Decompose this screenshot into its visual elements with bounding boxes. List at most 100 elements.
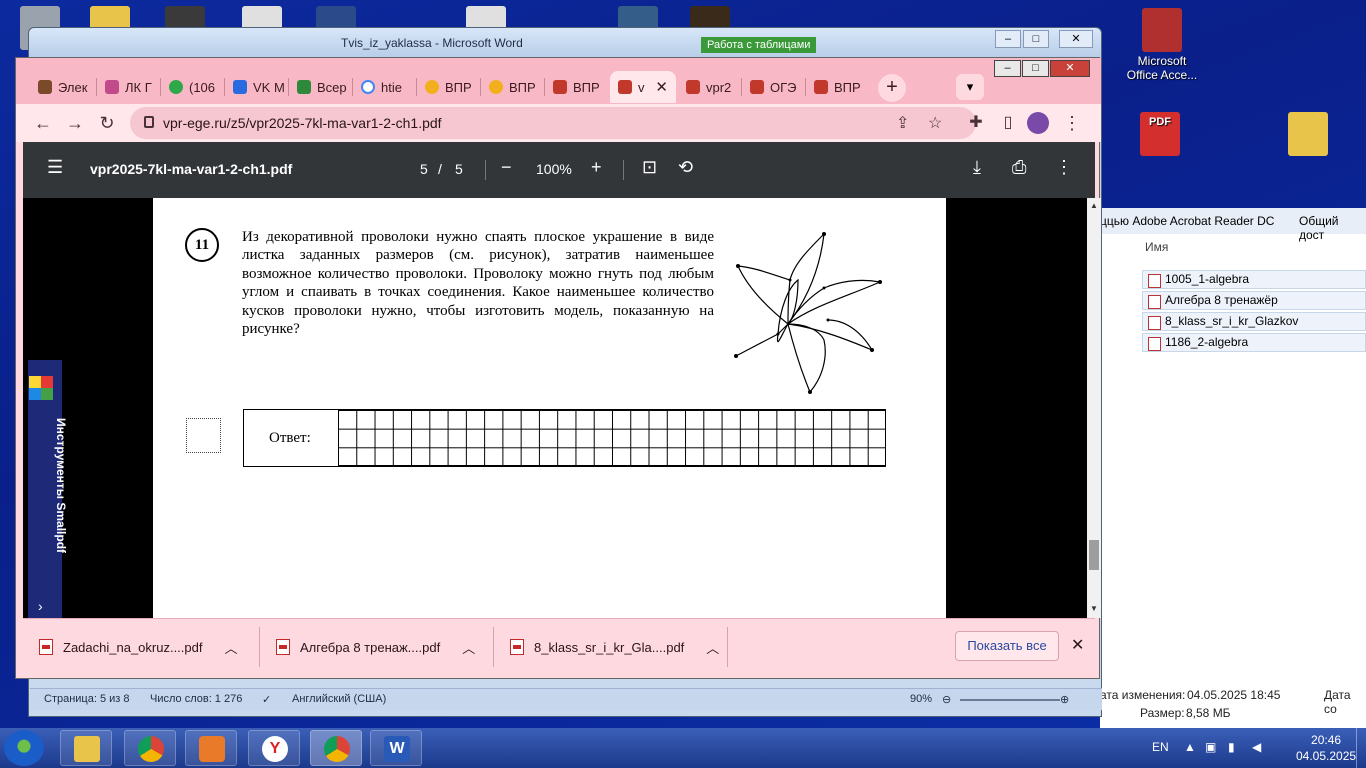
zoom-in-icon[interactable]: ⊕: [1060, 693, 1069, 706]
taskbar-chrome[interactable]: [124, 730, 176, 766]
chevron-up-icon[interactable]: ︿: [224, 638, 237, 657]
print-icon[interactable]: ⎙: [1012, 157, 1026, 178]
explorer-date-column: Дата со: [1324, 688, 1351, 716]
spellcheck-icon[interactable]: ✓: [262, 693, 271, 706]
scroll-thumb[interactable]: [1089, 540, 1099, 570]
browser-tab[interactable]: ЛК Г: [97, 71, 160, 103]
browser-tab[interactable]: Всер: [289, 71, 352, 103]
lock-icon: [144, 116, 154, 128]
zoom-out-icon[interactable]: ⊖: [942, 693, 951, 706]
pdf-scrollbar[interactable]: ▲ ▼: [1087, 198, 1101, 618]
volume-icon[interactable]: ◀: [1252, 740, 1261, 754]
browser-tab[interactable]: ВПР: [417, 71, 480, 103]
smallpdf-logo-icon: [29, 376, 53, 400]
pdf-more-icon[interactable]: ⋮: [1055, 157, 1073, 178]
browser-tab[interactable]: Элек: [30, 71, 96, 103]
download-item[interactable]: 8_klass_sr_i_kr_Gla....pdf ︿: [494, 619, 727, 675]
word-status-words[interactable]: Число слов: 1 276: [150, 693, 242, 705]
word-close-button[interactable]: ✕: [1059, 30, 1093, 48]
signal-icon[interactable]: ▮: [1228, 740, 1235, 754]
explorer-file-row[interactable]: 8_klass_sr_i_kr_Glazkov: [1142, 312, 1366, 331]
show-all-downloads-button[interactable]: Показать все: [955, 631, 1059, 661]
smallpdf-sidebar[interactable]: Инструменты Smallpdf ›: [28, 360, 68, 618]
zoom-out-minus-icon[interactable]: −: [501, 157, 512, 178]
browser-tab[interactable]: ВПР: [545, 71, 608, 103]
pdf-file-icon: PDF: [1140, 112, 1180, 156]
browser-tab[interactable]: (106: [161, 71, 224, 103]
extensions-puzzle-icon[interactable]: ✚: [963, 110, 989, 136]
browser-menu-icon[interactable]: ⋮: [1059, 110, 1085, 136]
show-desktop-button[interactable]: [1356, 728, 1366, 768]
zoom-in-plus-icon[interactable]: +: [591, 157, 602, 178]
browser-tab[interactable]: ВПР: [481, 71, 544, 103]
forward-arrow-icon[interactable]: →: [62, 110, 88, 136]
taskbar-explorer[interactable]: [60, 730, 112, 766]
tray-device-icon[interactable]: ▣: [1205, 740, 1216, 754]
fit-page-icon[interactable]: ⊡: [642, 157, 657, 178]
pdf-viewport[interactable]: 11 Из декоративной проволоки нужно спаят…: [23, 198, 1087, 618]
smallpdf-expand-chevron-icon[interactable]: ›: [38, 598, 43, 614]
tab-favicon-icon: [169, 80, 183, 94]
browser-tab-active[interactable]: v ✕: [610, 71, 676, 103]
tray-clock[interactable]: 20:46 04.05.2025: [1296, 732, 1356, 764]
pdf-menu-icon[interactable]: ☰: [47, 157, 63, 178]
share-icon[interactable]: ⇪: [896, 113, 909, 133]
browser-tab[interactable]: vpr2: [678, 71, 741, 103]
question-number: 11: [185, 228, 219, 262]
taskbar-yandex[interactable]: Y: [248, 730, 300, 766]
new-tab-button[interactable]: +: [878, 74, 906, 102]
download-icon[interactable]: ⤓: [973, 157, 981, 178]
browser-close-button[interactable]: ✕: [1050, 60, 1090, 77]
pdf-page-total: 5: [455, 161, 463, 177]
explorer-file-row[interactable]: Алгебра 8 тренажёр: [1142, 291, 1366, 310]
explorer-file-row[interactable]: 1186_2-algebra: [1142, 333, 1366, 352]
back-arrow-icon[interactable]: ←: [30, 110, 56, 136]
tray-expand-icon[interactable]: ▲: [1184, 740, 1196, 754]
desktop-icon-access[interactable]: Microsoft Office Acce...: [1122, 8, 1202, 82]
pdf-zoom-value[interactable]: 100%: [536, 161, 572, 177]
word-zoom-value[interactable]: 90%: [910, 693, 932, 705]
desktop-icon-pdf[interactable]: PDF: [1120, 112, 1200, 158]
scroll-up-icon[interactable]: ▲: [1090, 201, 1098, 210]
start-button[interactable]: [4, 730, 44, 766]
word-context-tab[interactable]: Работа с таблицами: [701, 37, 817, 53]
taskbar-word[interactable]: W: [370, 730, 422, 766]
pdf-file-icon: [276, 639, 290, 655]
taskbar-video[interactable]: [185, 730, 237, 766]
explorer-toolbar-open-with[interactable]: ццью Adobe Acrobat Reader DC: [1100, 214, 1274, 228]
taskbar-chrome-active[interactable]: [310, 730, 362, 766]
browser-tab[interactable]: htie: [353, 71, 416, 103]
word-maximize-button[interactable]: □: [1023, 30, 1049, 48]
chevron-up-icon[interactable]: ︿: [706, 638, 719, 657]
tab-search-chevron-down-icon[interactable]: ▾: [956, 74, 984, 100]
word-minimize-button[interactable]: –: [995, 30, 1021, 48]
scroll-down-icon[interactable]: ▼: [1090, 604, 1098, 613]
pdf-page-current[interactable]: 5: [420, 161, 428, 177]
word-status-page[interactable]: Страница: 5 из 8: [44, 693, 130, 705]
download-item[interactable]: Алгебра 8 тренаж....pdf ︿: [260, 619, 493, 675]
rotate-icon[interactable]: ⟲: [678, 157, 693, 178]
zoom-slider[interactable]: [960, 699, 1060, 701]
browser-tab[interactable]: ВПР: [806, 71, 869, 103]
address-bar[interactable]: vpr-ege.ru/z5/vpr2025-7kl-ma-var1-2-ch1.…: [130, 107, 976, 139]
profile-avatar[interactable]: [1027, 112, 1049, 134]
explorer-file-row[interactable]: 1005_1-algebra: [1142, 270, 1366, 289]
access-icon: [1142, 8, 1182, 52]
bookmark-star-icon[interactable]: ☆: [928, 113, 942, 133]
chevron-up-icon[interactable]: ︿: [462, 638, 475, 657]
explorer-toolbar: ццью Adobe Acrobat Reader DC Общий дост: [1100, 208, 1366, 242]
browser-tab[interactable]: VK M: [225, 71, 288, 103]
tray-language[interactable]: EN: [1152, 740, 1169, 754]
desktop-icon-folder2[interactable]: [1268, 112, 1348, 158]
explorer-column-name[interactable]: Имя: [1100, 234, 1366, 260]
browser-tab[interactable]: ОГЭ: [742, 71, 805, 103]
browser-maximize-button[interactable]: □: [1022, 60, 1049, 77]
browser-minimize-button[interactable]: –: [994, 60, 1021, 77]
address-url[interactable]: vpr-ege.ru/z5/vpr2025-7kl-ma-var1-2-ch1.…: [163, 115, 442, 131]
side-panel-icon[interactable]: ▯: [995, 110, 1021, 136]
word-status-lang[interactable]: Английский (США): [292, 693, 386, 705]
tab-close-icon[interactable]: ✕: [655, 78, 668, 96]
reload-icon[interactable]: ↻: [94, 110, 120, 136]
download-item[interactable]: Zadachi_na_okruz....pdf ︿: [23, 619, 259, 675]
close-downloads-icon[interactable]: ✕: [1071, 635, 1084, 655]
